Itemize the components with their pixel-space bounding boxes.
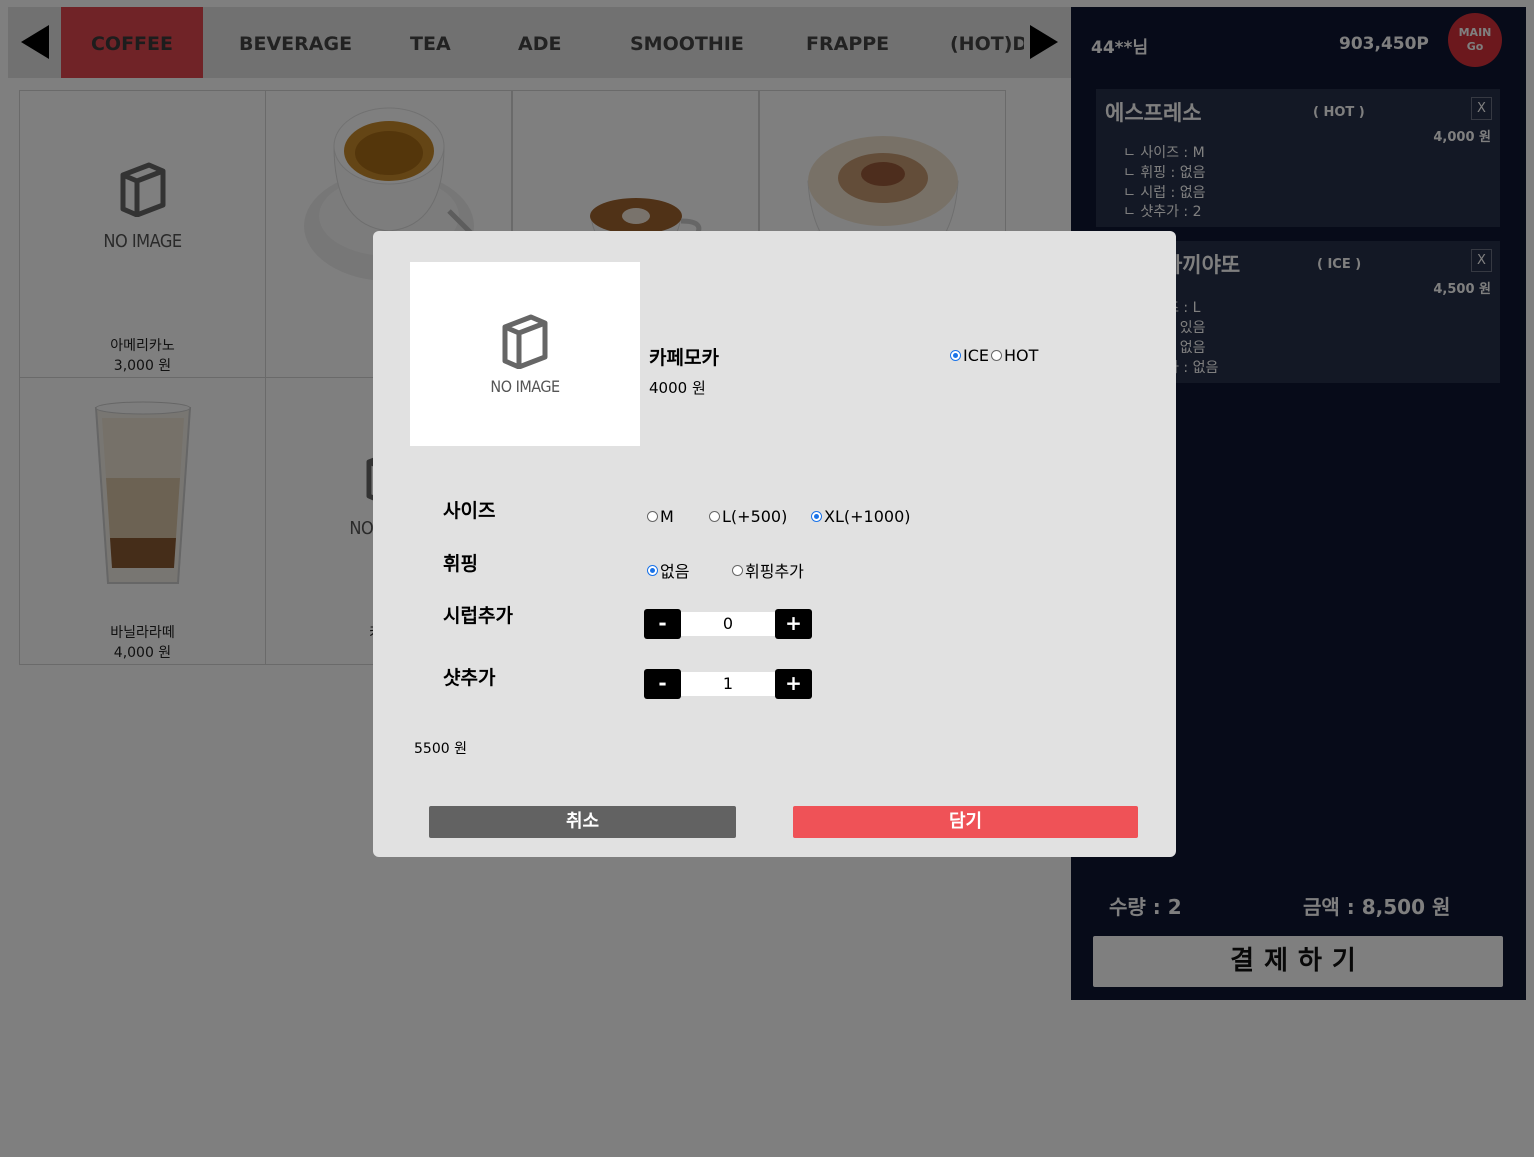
option-total-price: 5500 원 [414, 741, 467, 757]
syrup-minus-button[interactable]: - [644, 609, 681, 639]
syrup-plus-button[interactable]: + [775, 609, 812, 639]
size-label: 사이즈 [443, 500, 496, 522]
syrup-stepper: - 0 + [644, 609, 812, 639]
shot-label: 샷추가 [443, 667, 496, 689]
whip-none-option[interactable]: 없음 [647, 558, 689, 582]
temp-ice-option[interactable]: ICE [950, 345, 989, 365]
shot-quantity: 1 [681, 672, 775, 696]
size-m-label: M [660, 507, 674, 526]
whip-label: 휘핑 [443, 553, 478, 575]
product-no-image: NO IMAGE [410, 262, 640, 446]
option-modal: NO IMAGE 카페모카 4000 원 ICE HOT 사이즈 M L(+50… [373, 231, 1176, 857]
syrup-quantity: 0 [681, 612, 775, 636]
radio-icon[interactable] [991, 350, 1002, 361]
radio-selected-icon[interactable] [950, 350, 961, 361]
radio-selected-icon[interactable] [647, 564, 658, 576]
size-m-option[interactable]: M [647, 506, 674, 526]
size-xl-label: XL(+1000) [824, 507, 911, 526]
size-l-label: L(+500) [722, 507, 788, 526]
no-image-label: NO IMAGE [490, 376, 560, 396]
radio-icon[interactable] [732, 564, 743, 576]
size-l-option[interactable]: L(+500) [709, 506, 787, 526]
whip-add-option[interactable]: 휘핑추가 [732, 558, 804, 582]
radio-icon[interactable] [709, 511, 720, 522]
size-xl-option[interactable]: XL(+1000) [811, 506, 910, 526]
whip-none-label: 없음 [660, 562, 690, 581]
temp-hot-label: HOT [1004, 346, 1039, 365]
add-to-cart-button[interactable]: 담기 [793, 806, 1138, 838]
product-name: 카페모카 [649, 347, 719, 369]
temp-ice-label: ICE [963, 346, 989, 365]
shot-stepper: - 1 + [644, 669, 812, 699]
temp-hot-option[interactable]: HOT [991, 345, 1038, 365]
product-base-price: 4000 원 [649, 379, 706, 397]
radio-selected-icon[interactable] [811, 511, 822, 522]
cancel-button[interactable]: 취소 [429, 806, 736, 838]
box-icon [502, 314, 548, 369]
shot-plus-button[interactable]: + [775, 669, 812, 699]
whip-add-label: 휘핑추가 [745, 562, 804, 581]
syrup-label: 시럽추가 [443, 605, 513, 627]
radio-icon[interactable] [647, 511, 658, 522]
shot-minus-button[interactable]: - [644, 669, 681, 699]
